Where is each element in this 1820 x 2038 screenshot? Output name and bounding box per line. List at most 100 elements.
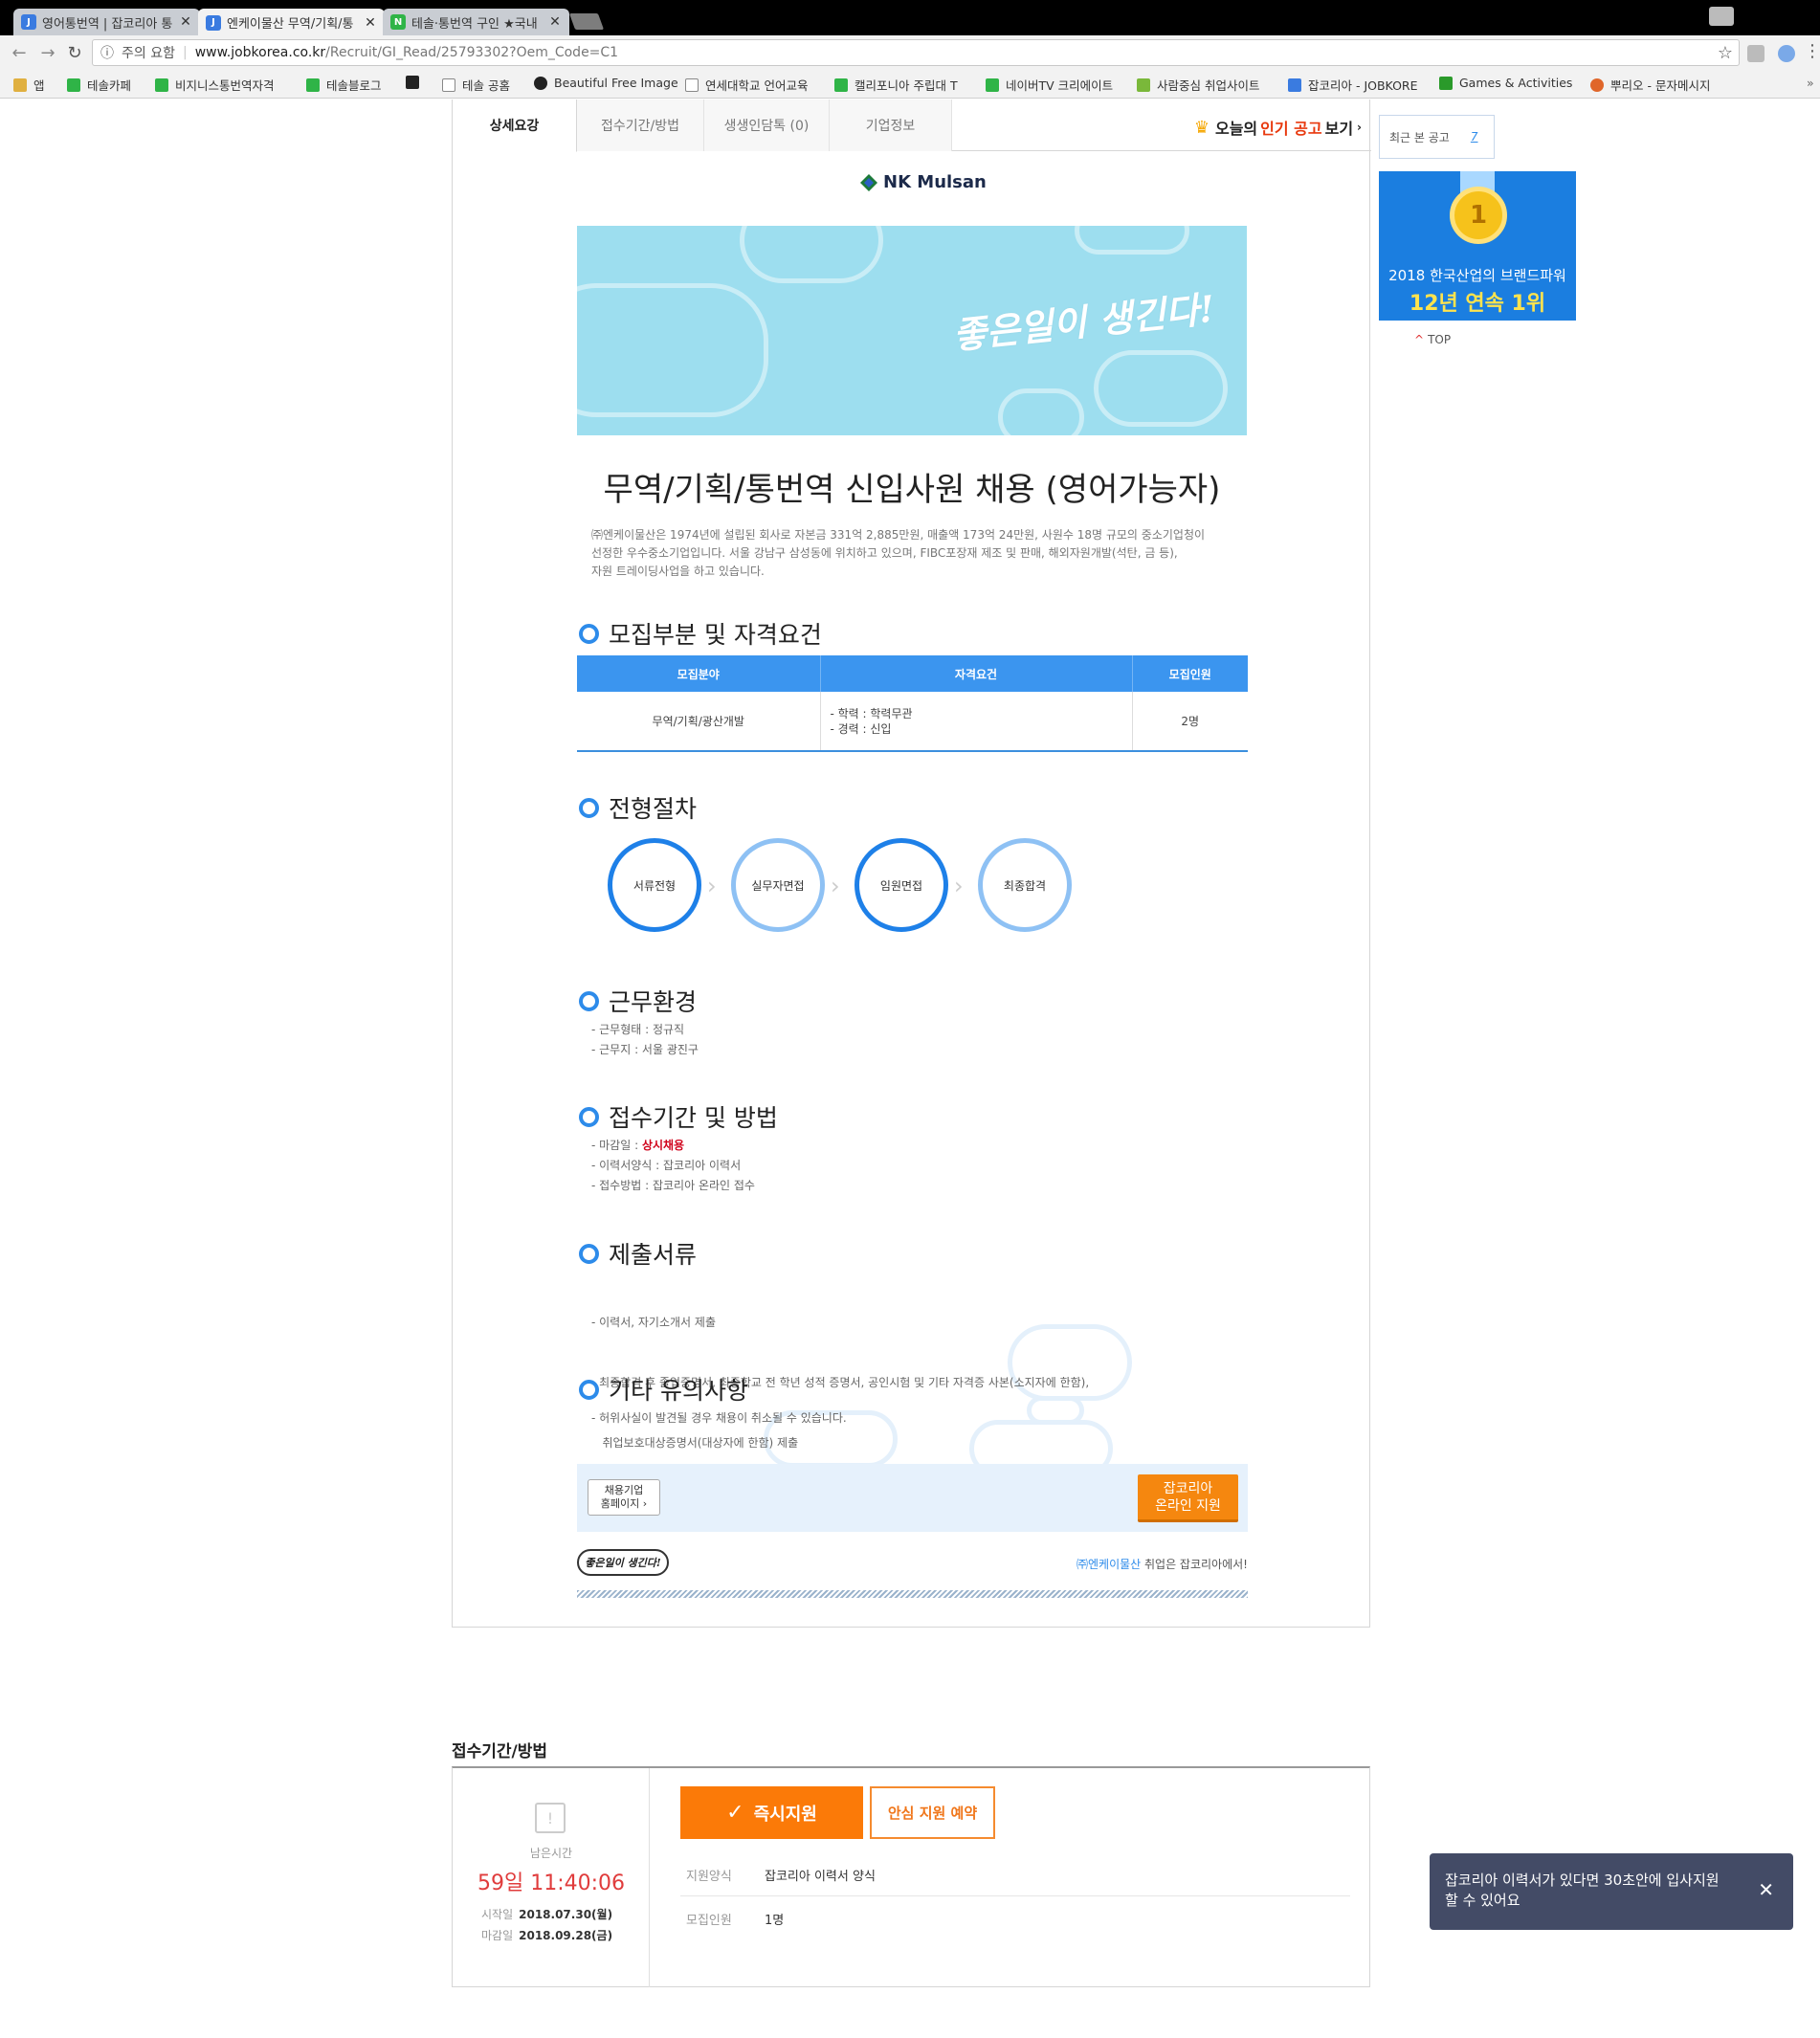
intro-line: 선정한 우수중소기업입니다. 서울 강남구 삼성동에 위치하고 있으며, FIB… bbox=[591, 546, 1178, 560]
info-value: 1명 bbox=[765, 1913, 785, 1928]
scroll-top-link[interactable]: ^ TOP bbox=[1414, 333, 1451, 346]
section-title: 전형절차 bbox=[609, 795, 698, 823]
new-tab-button[interactable] bbox=[568, 13, 605, 30]
extension-icon[interactable] bbox=[1747, 45, 1765, 62]
banner-bubble bbox=[998, 388, 1084, 435]
bookmark-item[interactable]: 사람중심 취업사이트 bbox=[1137, 76, 1259, 94]
hatch-divider bbox=[577, 1590, 1248, 1598]
tab-close-icon[interactable]: ✕ bbox=[179, 14, 192, 30]
deadline-value: 상시채용 bbox=[641, 1139, 685, 1152]
bookmark-item[interactable]: Games & Activities bbox=[1439, 76, 1572, 90]
tab-company[interactable]: 기업정보 bbox=[830, 100, 952, 151]
forward-icon[interactable]: → bbox=[38, 43, 57, 63]
section-title: 모집부분 및 자격요건 bbox=[609, 621, 822, 649]
play-icon bbox=[986, 78, 999, 92]
section-title: 근무환경 bbox=[609, 988, 698, 1016]
brand-power-ad[interactable]: 1 2018 한국산업의 브랜드파워 12년 연속 1위 bbox=[1379, 171, 1576, 321]
recruit-count: 2명 bbox=[1181, 715, 1200, 728]
url-separator: | bbox=[182, 45, 188, 60]
camera-icon bbox=[534, 76, 547, 90]
info-value: 잡코리아 이력서 양식 bbox=[765, 1870, 876, 1884]
job-detail-panel: 상세요강 접수기간/방법 생생인담톡 (0) 기업정보 ♛ 오늘의 인기 공고 … bbox=[452, 100, 1371, 1628]
recruit-qualifications: - 학력 : 학력무관 - 경력 : 신입 bbox=[820, 692, 1133, 751]
circle-bullet-icon bbox=[579, 1379, 599, 1400]
list-item: - 근무지 : 서울 광진구 bbox=[591, 1043, 699, 1056]
bookmark-star-icon[interactable]: ☆ bbox=[1718, 43, 1733, 63]
bookmark-label: 사람중심 취업사이트 bbox=[1157, 78, 1260, 93]
button-label: 즉시지원 bbox=[753, 1804, 817, 1825]
browser-tab[interactable]: N 테솔·통번역 구인 ★국내 ✕ bbox=[383, 9, 569, 35]
ad-headline: 12년 연속 1위 bbox=[1409, 292, 1546, 316]
address-bar[interactable]: ⓘ 주의 요함 | www.jobkorea.co.kr /Recruit/GI… bbox=[92, 39, 1740, 66]
bookmark-item[interactable]: 연세대학교 언어교육 bbox=[685, 76, 808, 94]
bookmark-item[interactable]: 네이버TV 크리에이트 bbox=[986, 76, 1113, 94]
list-item: 취업보호대상증명서(대상자에 한함) 제출 bbox=[591, 1436, 799, 1450]
bookmark-label: 뿌리오 - 문자메시지 bbox=[1610, 78, 1711, 93]
tab-close-icon[interactable]: ✕ bbox=[364, 15, 377, 31]
table-row: 무역/기획/광산개발 - 학력 : 학력무관 - 경력 : 신입 2명 bbox=[577, 692, 1248, 751]
banner-bubble bbox=[1075, 226, 1189, 255]
etc-list: - 허위사실이 발견될 경우 채용이 취소될 수 있습니다. bbox=[591, 1408, 847, 1429]
profile-icon[interactable] bbox=[1709, 7, 1734, 26]
back-icon[interactable]: ← bbox=[10, 43, 29, 63]
reserve-apply-button[interactable]: 안심 지원 예약 bbox=[870, 1786, 995, 1839]
intro-line: 자원 트레이딩사업을 하고 있습니다. bbox=[591, 565, 765, 578]
footer-tagline: 취업은 잡코리아에서! bbox=[1141, 1558, 1248, 1571]
qualification-item: - 학력 : 학력무관 bbox=[830, 706, 913, 720]
tab-talk[interactable]: 생생인담톡 (0) bbox=[704, 100, 830, 151]
section-process-heading: 전형절차 bbox=[579, 790, 697, 825]
extension-icon[interactable] bbox=[1778, 45, 1795, 62]
section-recruit-heading: 모집부분 및 자격요건 bbox=[579, 616, 822, 651]
bookmark-item[interactable] bbox=[406, 76, 426, 89]
menu-icon[interactable]: ⋮ bbox=[1803, 41, 1820, 61]
footer-company: ㈜엔케이물산 bbox=[1076, 1558, 1142, 1571]
tab-title: 엔케이물산 무역/기획/통 bbox=[227, 17, 354, 32]
bookmark-label: 연세대학교 언어교육 bbox=[705, 78, 809, 93]
list-item: - 접수방법 : 잡코리아 온라인 접수 bbox=[591, 1179, 755, 1192]
security-label: 주의 요함 bbox=[122, 46, 175, 61]
jobkorea-favicon-icon: J bbox=[21, 14, 36, 30]
start-date: 2018.07.30(월) bbox=[519, 1908, 613, 1921]
browser-tab-active[interactable]: J 엔케이물산 무역/기획/통 ✕ bbox=[198, 9, 385, 36]
info-key: 지원양식 bbox=[686, 1870, 732, 1884]
process-step: 임원면접 bbox=[855, 838, 948, 932]
apply-now-button[interactable]: ✓ 즉시지원 bbox=[680, 1786, 863, 1839]
bookmark-item[interactable]: 잡코리아 - JOBKORE bbox=[1288, 76, 1418, 94]
online-apply-button[interactable]: 잡코리아 온라인 지원 bbox=[1138, 1474, 1238, 1522]
recent-jobs-button[interactable]: 최근 본 공고 7 bbox=[1379, 115, 1495, 159]
popular-jobs-link[interactable]: ♛ 오늘의 인기 공고 보기 › bbox=[1194, 114, 1362, 139]
bookmark-label: 캘리포니아 주립대 T bbox=[855, 78, 958, 93]
banner-bubble bbox=[1094, 350, 1228, 427]
chevron-right-icon: › bbox=[954, 873, 964, 899]
apps-icon bbox=[13, 78, 27, 92]
section-documents-heading: 제출서류 bbox=[579, 1236, 697, 1271]
bookmark-item[interactable]: 캘리포니아 주립대 T bbox=[834, 76, 958, 94]
hot-highlight: 인기 공고 bbox=[1260, 120, 1322, 138]
bookmark-item[interactable]: 앱 bbox=[13, 76, 45, 94]
bookmark-item[interactable]: 테솔블로그 bbox=[306, 76, 382, 94]
bookmark-item[interactable]: Beautiful Free Image bbox=[534, 76, 678, 90]
bookmark-item[interactable]: 테솔 공홈 bbox=[442, 76, 510, 94]
resume-toast[interactable]: 잡코리아 이력서가 있다면 30초안에 입사지원 할 수 있어요 ✕ bbox=[1430, 1853, 1793, 1930]
company-homepage-button[interactable]: 채용기업 홈페이지 › bbox=[588, 1479, 660, 1516]
recruit-table: 모집분야 자격요건 모집인원 무역/기획/광산개발 - 학력 : 학력무관 - … bbox=[577, 655, 1248, 752]
tab-close-icon[interactable]: ✕ bbox=[548, 14, 562, 30]
reload-icon[interactable]: ↻ bbox=[65, 43, 84, 63]
tab-detail[interactable]: 상세요강 bbox=[453, 100, 577, 152]
check-icon: ✓ bbox=[726, 1801, 744, 1825]
bookmark-item[interactable]: 비지니스통번역자격 bbox=[155, 76, 275, 94]
info-icon[interactable]: ⓘ bbox=[100, 43, 114, 62]
tab-period[interactable]: 접수기간/방법 bbox=[577, 100, 704, 151]
col-header: 모집인원 bbox=[1132, 655, 1248, 692]
remain-label: 남은시간 bbox=[529, 1847, 573, 1860]
bookmark-item[interactable]: 뿌리오 - 문자메시지 bbox=[1590, 76, 1710, 94]
more-bookmarks-icon[interactable]: » bbox=[1807, 76, 1814, 90]
bookmark-label: 앱 bbox=[33, 78, 45, 93]
bookmark-item[interactable]: 테솔카페 bbox=[67, 76, 131, 94]
intro-line: ㈜엔케이물산은 1974년에 설립된 회사로 자본금 331억 2,885만원,… bbox=[591, 528, 1206, 542]
remain-time: 59일 11:40:06 bbox=[477, 1872, 626, 1895]
browser-tab[interactable]: J 영어통번역 | 잡코리아 통 ✕ bbox=[13, 9, 200, 35]
close-icon[interactable]: ✕ bbox=[1758, 1880, 1774, 1900]
section-title: 제출서류 bbox=[609, 1241, 698, 1269]
section-etc-heading: 기타 유의사항 bbox=[579, 1372, 748, 1407]
